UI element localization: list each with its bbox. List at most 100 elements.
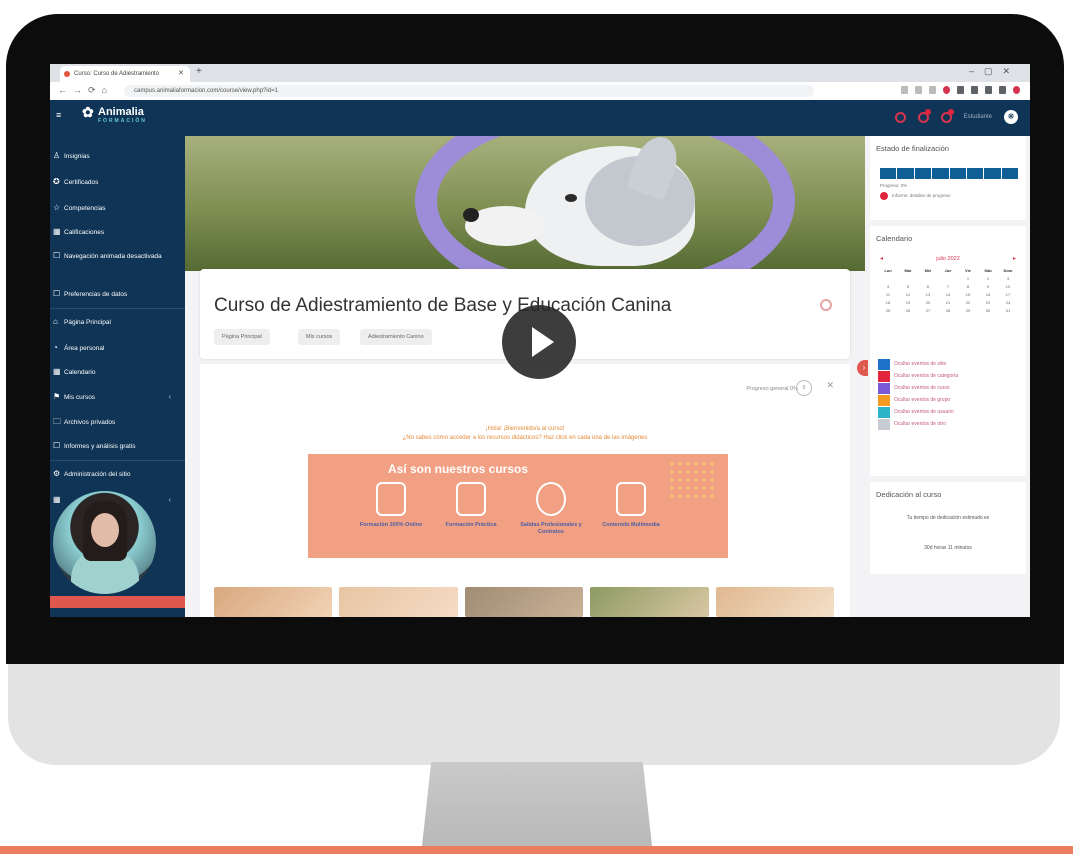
calendar-day[interactable]: 10 (998, 284, 1018, 289)
filter-site[interactable]: Ocultar eventos de sitio (878, 358, 1023, 370)
calendar-day[interactable]: 7 (938, 284, 958, 289)
feature-career[interactable]: Salidas Profesionales y Contratos (516, 482, 586, 536)
nav-buttons[interactable]: ←→⟳⌂ (58, 85, 113, 96)
welcome-line-1: ¡Hola! ¡Bienvenido/a al curso! (485, 426, 565, 432)
weekday-header: Vie (965, 268, 971, 273)
calendar-day[interactable]: 2 (978, 276, 998, 281)
sidebar-item-label: Archivos privados (64, 419, 116, 426)
browser-tabbar: Curso: Curso de Adiestramiento ✕ + –▢✕ (50, 64, 1030, 82)
block-title: Dedicación al curso (876, 490, 942, 499)
sidebar-item-competencias[interactable]: ☆ Competencias (53, 204, 181, 213)
dog-image (463, 136, 725, 271)
url-field[interactable]: campus.animaliaformacion.com/course/view… (124, 85, 814, 97)
calendar-day[interactable]: 17 (998, 292, 1018, 297)
calendar-day[interactable]: 8 (958, 284, 978, 289)
calendar-day[interactable]: 3 (998, 276, 1018, 281)
breadcrumb-item[interactable]: Página Principal (214, 329, 270, 345)
resource-thumbnail[interactable] (339, 587, 458, 617)
sidebar-item-calificaciones[interactable]: ▦ Calificaciones (53, 228, 181, 237)
calendar-day[interactable]: 27 (918, 308, 938, 313)
extension-icons[interactable] (901, 86, 1020, 94)
sidebar-item-calendario[interactable]: ▦ Calendario (53, 368, 181, 377)
sidebar-item-informes[interactable]: ☐ Informes y análisis gratis (53, 442, 181, 451)
resource-thumbnail[interactable] (715, 587, 835, 617)
calendar-day[interactable]: 13 (918, 292, 938, 297)
calendar-day[interactable]: 29 (958, 308, 978, 313)
course-hero-image (185, 136, 865, 271)
page-title: Curso de Adiestramiento de Base y Educac… (214, 295, 672, 316)
calendar-day[interactable]: 23 (978, 300, 998, 305)
sidebar-item-preferencias[interactable]: ☐ Preferencias de datos (53, 290, 181, 299)
color-swatch (878, 418, 890, 430)
site-logo[interactable]: ✿ Animalia FORMACIÓN (82, 104, 147, 124)
sidebar-item-area-personal[interactable]: ◔ Área personal (53, 344, 181, 353)
sidebar-item-archivos[interactable]: 🗀 Archivos privados (53, 418, 181, 427)
resource-thumbnail[interactable] (590, 587, 709, 617)
breadcrumb-item[interactable]: Mis cursos (298, 329, 341, 345)
multimedia-icon (616, 482, 646, 516)
window-controls[interactable]: –▢✕ (969, 66, 1020, 77)
calendar-day[interactable]: 26 (898, 308, 918, 313)
calendar-day[interactable]: 21 (938, 300, 958, 305)
close-icon[interactable]: ✕ (826, 380, 834, 391)
sidebar-item-label: Insignias (64, 153, 90, 160)
calendar-day[interactable]: 18 (878, 300, 898, 305)
feature-multimedia[interactable]: Contenido Multimedia (596, 482, 666, 529)
filter-group[interactable]: Ocultar eventos de grupo (878, 394, 1023, 406)
calendar-day[interactable]: 6 (918, 284, 938, 289)
calendar-day[interactable]: 11 (878, 292, 898, 297)
filter-other[interactable]: Ocultar eventos de otro (878, 418, 1023, 430)
brand-sub: FORMACIÓN (98, 118, 147, 124)
sidebar-item-navegacion[interactable]: ☐ Navegación animada desactivada (53, 252, 181, 261)
menu-toggle-icon[interactable]: ≡ (56, 110, 61, 120)
calendar-day[interactable]: 9 (978, 284, 998, 289)
messages-icon[interactable] (940, 108, 954, 123)
home-icon: ⌂ (53, 317, 58, 326)
tab-title: Curso: Curso de Adiestramiento (74, 71, 160, 77)
browser-tab[interactable]: Curso: Curso de Adiestramiento ✕ (60, 66, 190, 82)
feature-online[interactable]: Formación 100% Online (356, 482, 426, 529)
color-swatch (878, 370, 890, 382)
close-tab-icon[interactable]: ✕ (178, 66, 184, 82)
sidebar-item-administracion[interactable]: ⚙ Administración del sitio (53, 470, 181, 479)
feature-practice[interactable]: Formación Práctica (436, 482, 506, 529)
filter-course[interactable]: Ocultar eventos de curso (878, 382, 1023, 394)
sidebar-item-certificados[interactable]: ✪ Certificados (53, 178, 181, 187)
filter-category[interactable]: Ocultar eventos de categoría (878, 370, 1023, 382)
calendar-day[interactable]: 19 (898, 300, 918, 305)
calendar-filters: Ocultar eventos de sitio Ocultar eventos… (878, 358, 1023, 430)
sidebar-divider (50, 308, 185, 309)
completion-note[interactable]: Informe: detalles de progreso (892, 193, 1002, 198)
play-button[interactable] (502, 305, 576, 379)
calendar-day[interactable]: 22 (958, 300, 978, 305)
calendar-day[interactable]: 24 (998, 300, 1018, 305)
next-month-icon[interactable]: ▸ (1013, 255, 1016, 262)
calendar-day[interactable]: 30 (978, 308, 998, 313)
calendar-day[interactable]: 31 (998, 308, 1018, 313)
color-swatch (878, 358, 890, 370)
breadcrumb-item[interactable]: Adiestramiento Canino (360, 329, 432, 345)
language-icon[interactable] (894, 111, 906, 123)
resource-thumbnail[interactable] (214, 587, 333, 617)
calendar-day[interactable]: 4 (878, 284, 898, 289)
sidebar-item-insignias[interactable]: ♙ Insignias (53, 152, 181, 161)
calendar-day[interactable]: 14 (938, 292, 958, 297)
calendar-day[interactable]: 1 (958, 276, 978, 281)
resource-thumbnail[interactable] (464, 587, 584, 617)
calendar-day[interactable]: 15 (958, 292, 978, 297)
sidebar-item-mis-cursos[interactable]: ⚑ Mis cursos ‹ (53, 393, 181, 402)
new-tab-icon[interactable]: + (196, 66, 202, 77)
filter-user[interactable]: Ocultar eventos de usuario (878, 406, 1023, 418)
competencies-icon: ☆ (53, 203, 61, 212)
calendar-day[interactable]: 28 (938, 308, 958, 313)
notifications-icon[interactable] (917, 108, 931, 123)
sidebar-item-pagina-principal[interactable]: ⌂ Página Principal (53, 318, 181, 327)
user-name[interactable]: Estudiante (964, 114, 992, 120)
settings-gear-icon[interactable] (820, 299, 832, 311)
calendar-day[interactable]: 5 (898, 284, 918, 289)
calendar-day[interactable]: 20 (918, 300, 938, 305)
calendar-day[interactable]: 16 (978, 292, 998, 297)
avatar[interactable]: ❋ (1004, 110, 1018, 124)
calendar-day[interactable]: 12 (898, 292, 918, 297)
calendar-day[interactable]: 25 (878, 308, 898, 313)
